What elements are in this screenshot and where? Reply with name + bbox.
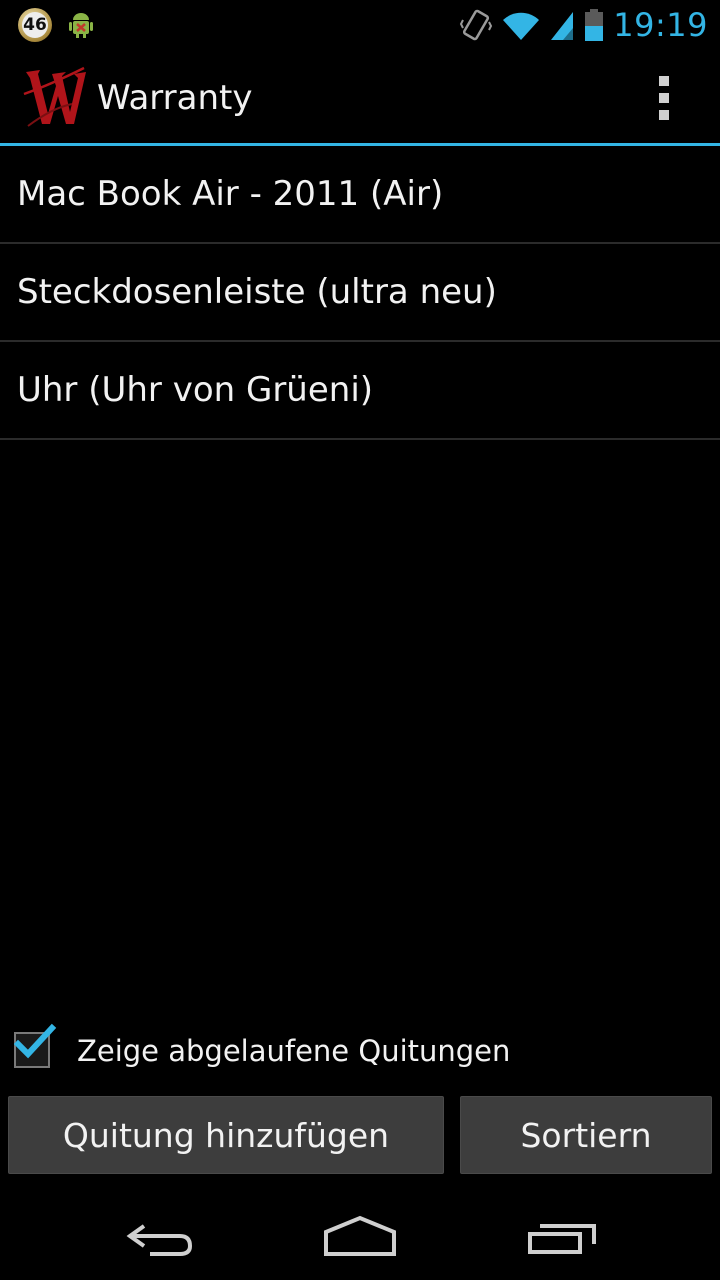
show-expired-row[interactable]: Zeige abgelaufene Quitungen [0,1023,720,1080]
app-title: Warranty [97,78,253,118]
battery-icon [585,9,604,41]
recent-apps-icon[interactable] [522,1210,602,1262]
overflow-menu-icon[interactable] [652,76,676,120]
list-item-label: Steckdosenleiste (ultra neu) [17,272,497,312]
sort-button[interactable]: Sortiern [460,1096,712,1174]
action-bar: Warranty [0,50,720,143]
list-item[interactable]: Mac Book Air - 2011 (Air) [0,146,720,244]
status-bar: 46 19:19 [0,0,720,50]
back-icon[interactable] [120,1210,200,1262]
list-item[interactable]: Steckdosenleiste (ultra neu) [0,244,720,342]
list-item-label: Uhr (Uhr von Grüeni) [17,370,374,410]
add-receipt-button[interactable]: Quitung hinzufügen [8,1096,444,1174]
overflow-dot [659,93,669,103]
list-item-label: Mac Book Air - 2011 (Air) [17,174,444,214]
show-expired-checkbox[interactable] [14,1023,57,1068]
home-icon[interactable] [320,1210,400,1262]
navigation-bar [0,1190,720,1280]
overflow-dot [659,76,669,86]
notification-count: 46 [22,12,48,38]
warranty-list: Mac Book Air - 2011 (Air) Steckdosenleis… [0,146,720,440]
checkmark-icon [14,1023,57,1059]
list-item[interactable]: Uhr (Uhr von Grüeni) [0,342,720,440]
signal-icon [551,12,574,40]
android-debug-icon [69,13,93,38]
wifi-icon [503,12,540,41]
counter-badge-icon: 46 [18,8,52,42]
app-logo-icon[interactable] [22,64,88,130]
overflow-dot [659,110,669,120]
status-clock: 19:19 [613,6,708,44]
show-expired-label: Zeige abgelaufene Quitungen [77,1034,511,1068]
vibrate-icon [460,9,493,41]
